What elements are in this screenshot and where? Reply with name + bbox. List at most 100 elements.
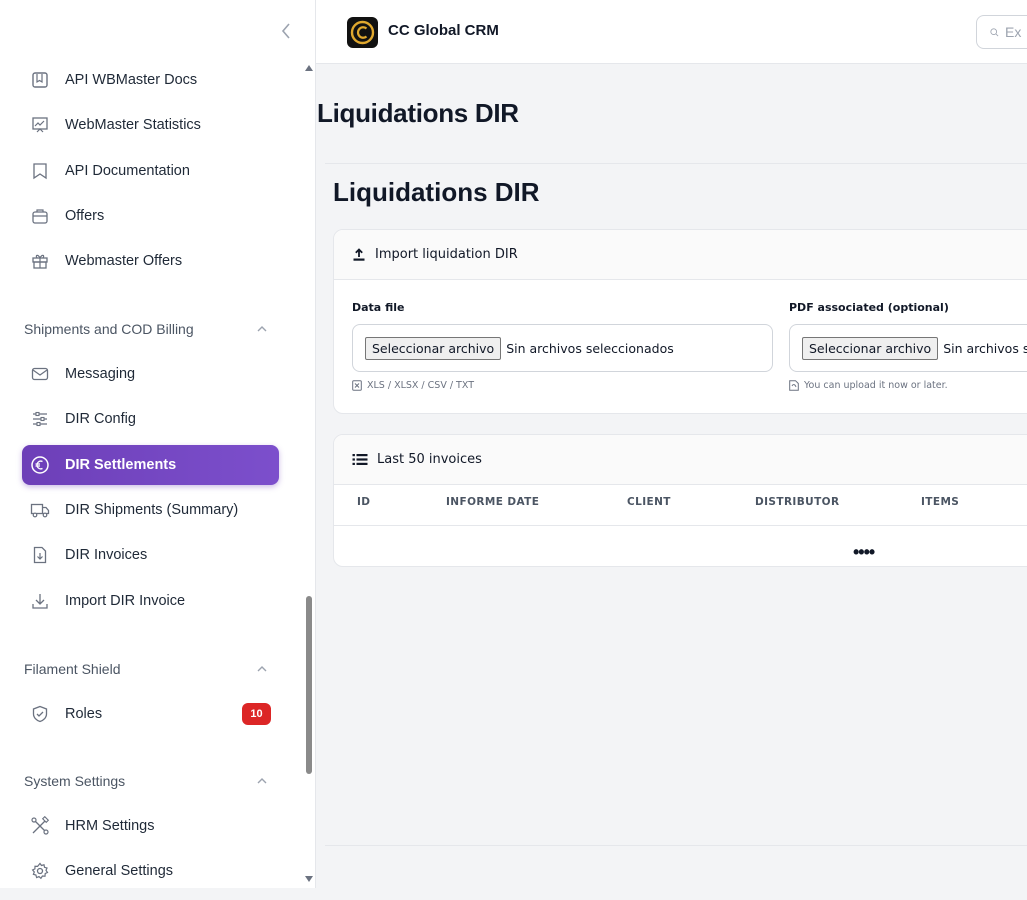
pdf-document-icon: [789, 380, 799, 391]
gift-icon: [30, 251, 50, 271]
last-invoices-card: Last 50 invoices ID INFORME DATE CLIENT …: [333, 434, 1027, 567]
column-header-items[interactable]: ITEMS: [921, 496, 959, 508]
sidebar-item-label: Roles: [65, 706, 103, 722]
sidebar-item-label: WebMaster Statistics: [65, 117, 201, 133]
scroll-up-arrow-icon[interactable]: [305, 65, 313, 71]
briefcase-icon: [30, 206, 50, 226]
sidebar-item-label: DIR Settlements: [65, 457, 177, 473]
sidebar-item-roles[interactable]: Roles: [22, 694, 279, 734]
pdf-file-status: Sin archivos seleccionados: [943, 340, 1027, 356]
logo-icon: [350, 20, 375, 45]
sidebar-header: [0, 0, 315, 64]
download-icon: [30, 591, 50, 611]
shield-check-icon: [30, 704, 50, 724]
group-shipments-cod-billing[interactable]: Shipments and COD Billing: [24, 319, 274, 339]
sidebar-item-api-documentation[interactable]: API Documentation: [22, 151, 279, 191]
chart-icon: [30, 115, 50, 135]
data-file-label: Data file: [352, 301, 405, 314]
chevron-left-icon: [281, 23, 290, 39]
sidebar-item-dir-settlements[interactable]: DIR Settlements: [22, 445, 279, 485]
upload-icon: [353, 247, 365, 261]
search-input[interactable]: [1005, 24, 1027, 40]
tools-icon: [30, 816, 50, 836]
group-filament-shield[interactable]: Filament Shield: [24, 659, 274, 679]
pdf-file-input[interactable]: Seleccionar archivo Sin archivos selecci…: [789, 324, 1027, 372]
app-title: CC Global CRM: [388, 22, 499, 39]
sidebar-item-webmaster-offers[interactable]: Webmaster Offers: [22, 241, 279, 281]
window-bottom-strip: [0, 888, 1027, 900]
sidebar-item-offers[interactable]: Offers: [22, 196, 279, 236]
section-title: Liquidations DIR: [333, 177, 540, 207]
column-header-distributor[interactable]: DISTRIBUTOR: [755, 496, 839, 508]
page-title: Liquidations DIR: [317, 98, 519, 128]
sidebar-item-label: Offers: [65, 208, 105, 224]
column-header-client[interactable]: CLIENT: [627, 496, 671, 508]
sidebar-item-dir-config[interactable]: DIR Config: [22, 399, 279, 439]
bookmark-icon: [30, 161, 50, 181]
group-label: Filament Shield: [24, 661, 121, 677]
sidebar-item-label: API Documentation: [65, 163, 190, 179]
pdf-file-label: PDF associated (optional): [789, 301, 949, 314]
card-title: Last 50 invoices: [377, 452, 482, 467]
group-system-settings[interactable]: System Settings: [24, 771, 274, 791]
document-download-icon: [30, 545, 50, 565]
group-label: System Settings: [24, 773, 126, 789]
card-header: Last 50 invoices: [334, 435, 1027, 485]
import-liquidation-card: Import liquidation DIR Data file Selecci…: [333, 229, 1027, 414]
column-header-informe-date[interactable]: INFORME DATE: [446, 496, 539, 508]
spreadsheet-icon: [352, 380, 362, 391]
chevron-up-icon: [257, 326, 267, 332]
sidebar-item-dir-invoices[interactable]: DIR Invoices: [22, 535, 279, 575]
column-header-id[interactable]: ID: [357, 496, 370, 508]
sidebar-item-general-settings[interactable]: General Settings: [22, 851, 279, 888]
scrollbar-thumb[interactable]: [306, 596, 312, 774]
roles-count-badge: 10: [242, 703, 271, 725]
card-title: Import liquidation DIR: [375, 247, 518, 262]
data-file-input[interactable]: Seleccionar archivo Sin archivos selecci…: [352, 324, 773, 372]
scroll-down-arrow-icon[interactable]: [305, 876, 313, 882]
pdf-file-hint-text: You can upload it now or later.: [804, 380, 948, 391]
data-file-hint-text: XLS / XLSX / CSV / TXT: [367, 380, 475, 391]
chevron-up-icon: [257, 778, 267, 784]
book-icon: [30, 70, 50, 90]
divider: [334, 525, 1027, 526]
sidebar-item-label: DIR Invoices: [65, 547, 148, 563]
sidebar-item-messaging[interactable]: Messaging: [22, 354, 279, 394]
app-logo[interactable]: [347, 17, 378, 48]
sidebar-item-hrm-settings[interactable]: HRM Settings: [22, 806, 279, 846]
divider: [325, 845, 1027, 846]
list-icon: [352, 454, 368, 465]
sidebar-item-label: Import DIR Invoice: [65, 593, 186, 609]
loading-indicator: ••••: [853, 542, 875, 562]
select-data-file-button[interactable]: Seleccionar archivo: [365, 336, 502, 360]
collapse-sidebar-button[interactable]: [275, 20, 297, 42]
envelope-icon: [30, 364, 50, 384]
truck-icon: [30, 500, 50, 520]
data-file-status: Sin archivos seleccionados: [506, 340, 674, 356]
sliders-icon: [30, 409, 50, 429]
data-file-hint: XLS / XLSX / CSV / TXT: [352, 380, 474, 391]
sidebar-item-dir-shipments-summary[interactable]: DIR Shipments (Summary): [22, 490, 279, 530]
sidebar-item-label: Messaging: [65, 366, 136, 382]
card-header: Import liquidation DIR: [334, 230, 1027, 280]
sidebar-item-import-dir-invoice[interactable]: Import DIR Invoice: [22, 581, 279, 621]
euro-icon: [30, 455, 50, 475]
sidebar-item-webmaster-statistics[interactable]: WebMaster Statistics: [22, 105, 279, 145]
sidebar-item-label: API WBMaster Docs: [65, 72, 198, 88]
group-label: Shipments and COD Billing: [24, 321, 194, 337]
divider: [325, 163, 1027, 164]
sidebar-scrollbar[interactable]: [302, 64, 316, 888]
select-pdf-file-button[interactable]: Seleccionar archivo: [802, 336, 939, 360]
cog-icon: [30, 861, 50, 881]
search-icon: [990, 27, 999, 36]
sidebar: API WBMaster Docs WebMaster Statistics A…: [0, 0, 316, 888]
sidebar-item-label: General Settings: [65, 863, 174, 879]
sidebar-item-label: DIR Config: [65, 411, 136, 427]
sidebar-item-api-wbmaster-docs[interactable]: API WBMaster Docs: [22, 64, 279, 100]
sidebar-nav: API WBMaster Docs WebMaster Statistics A…: [0, 64, 302, 888]
sidebar-item-label: Webmaster Offers: [65, 253, 183, 269]
global-search[interactable]: [976, 15, 1027, 49]
sidebar-item-label: DIR Shipments (Summary): [65, 502, 239, 518]
top-bar: CC Global CRM: [316, 0, 1027, 64]
chevron-up-icon: [257, 666, 267, 672]
